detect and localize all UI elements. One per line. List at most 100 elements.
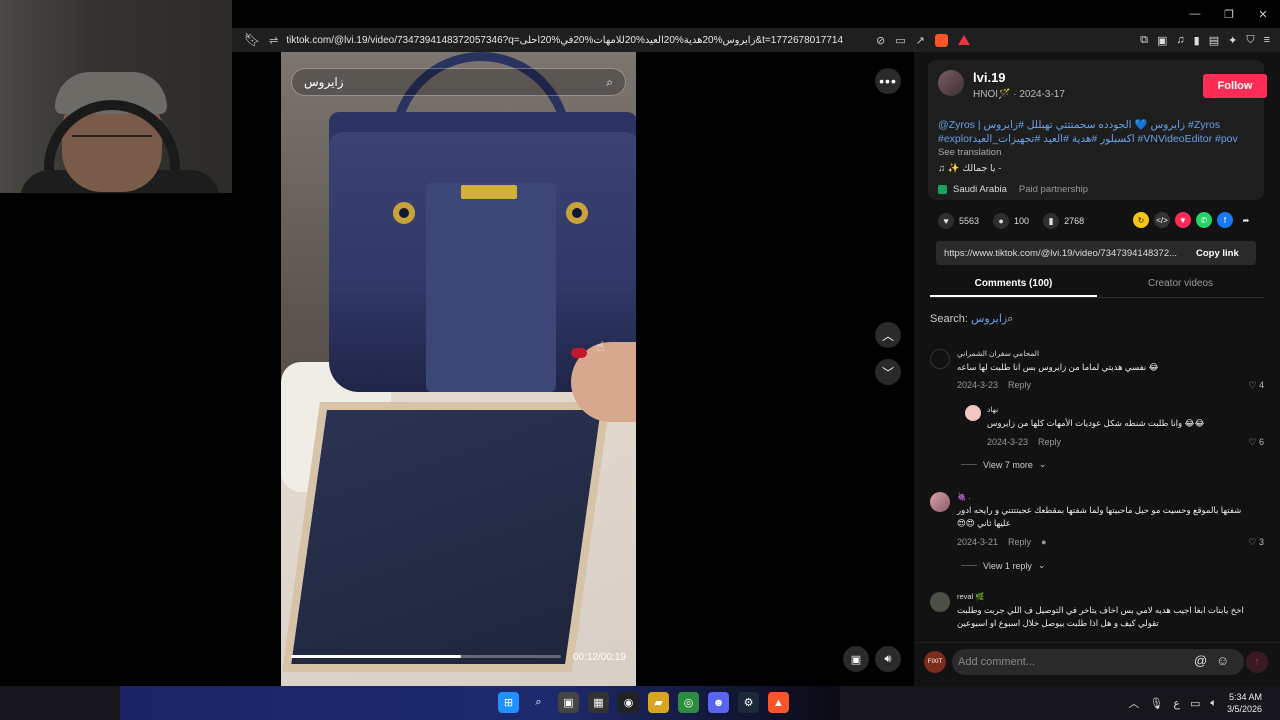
restore-button[interactable]: ❐ xyxy=(1212,0,1246,28)
webcam-overlay xyxy=(0,0,232,193)
clock[interactable]: 5:34 AM 3/5/2026 xyxy=(1227,691,1262,715)
language-indicator[interactable]: ع xyxy=(1173,697,1180,710)
site-settings-icon[interactable]: ⇌ xyxy=(269,34,278,47)
sidebar-icon[interactable]: ▮ xyxy=(1194,34,1200,47)
facebook-icon[interactable]: f xyxy=(1217,212,1233,228)
commenter-avatar[interactable] xyxy=(930,349,950,369)
post-comment-button[interactable]: ↑ xyxy=(1246,651,1268,673)
emoji-icon[interactable]: ☺ xyxy=(1216,653,1229,668)
comment-search-suggestion[interactable]: Search: زايروس⌕ xyxy=(930,312,1013,326)
share-page-icon[interactable]: ↗ xyxy=(916,34,925,47)
more-options-button[interactable]: ••• xyxy=(875,68,901,94)
author-username[interactable]: lvi.19 xyxy=(973,70,1006,85)
chevron-up-icon[interactable]: ︿ xyxy=(1128,695,1139,711)
commenter-avatar[interactable] xyxy=(965,405,981,421)
search-icon[interactable]: ⌕ xyxy=(528,692,549,713)
brave-rewards-icon[interactable] xyxy=(957,35,970,45)
reply-button[interactable]: Reply xyxy=(1008,380,1031,390)
video-link[interactable]: https://www.tiktok.com/@lvi.19/video/734… xyxy=(944,248,1184,259)
save-button[interactable]: ▮ 2768 xyxy=(1043,213,1084,229)
address-bar: 🔖︎ ⇌ tiktok.com/@lvi.19/video/7347394148… xyxy=(232,28,1280,52)
reply-button[interactable]: Reply xyxy=(1008,537,1031,547)
author-avatar[interactable] xyxy=(938,70,964,96)
close-window-button[interactable]: ✕ xyxy=(1246,0,1280,28)
commenter-avatar[interactable] xyxy=(930,492,950,512)
screenshot-icon[interactable]: ▣ xyxy=(1157,34,1167,47)
webcam-glasses xyxy=(72,135,152,155)
steam-icon[interactable]: ⚙ xyxy=(738,692,759,713)
divider xyxy=(961,565,977,566)
comment-like-button[interactable]: ♡ 3 xyxy=(1248,537,1264,548)
network-icon[interactable]: ▭ xyxy=(1190,697,1200,710)
no-translate-icon[interactable]: ⊘ xyxy=(876,34,885,47)
task-view-icon[interactable]: ▣ xyxy=(558,692,579,713)
next-video-button[interactable]: ﹀ xyxy=(875,359,901,385)
comment-item: 🍇 . شفتها بالموقع وحسيت مو حيل ماحبيتها … xyxy=(930,492,1264,552)
tab-comments[interactable]: Comments (100) xyxy=(930,274,1097,297)
volume-button[interactable]: 🔊︎ xyxy=(875,646,901,672)
commenter-name[interactable]: المحامي سفران الشمراني xyxy=(957,349,1039,358)
share-arrow-icon[interactable]: ➦ xyxy=(1238,212,1254,228)
window-controls: — ❐ ✕ xyxy=(1170,0,1280,28)
tab-creator-videos[interactable]: Creator videos xyxy=(1097,274,1264,297)
search-term: زايروس xyxy=(970,313,1008,325)
address-bar-actions: ⊘ ▭ ↗ xyxy=(876,28,970,52)
url-text: tiktok.com/@lvi.19/video/734739414837205… xyxy=(286,34,844,46)
comment-button[interactable]: ● 100 xyxy=(993,213,1029,229)
copy-link-button[interactable]: Copy link xyxy=(1196,248,1239,259)
discord-icon[interactable]: ☻ xyxy=(708,692,729,713)
extensions-icon[interactable]: ⧉ xyxy=(1140,34,1148,47)
taskbar: ⊞ ⌕ ▣ ▦ ◉ ▰ ◎ ☻ ⚙ ▲ ︿ 🎙︎ ع ▭ 🔈︎ 5:34 AM … xyxy=(0,686,1280,720)
video-search-box[interactable]: زايروس ⌕ xyxy=(291,68,626,96)
reply-button[interactable]: Reply xyxy=(1038,437,1061,447)
floating-player-button[interactable]: ▣ xyxy=(843,646,869,672)
github-icon[interactable]: ◉ xyxy=(618,692,639,713)
send-to-friends-icon[interactable]: ▼ xyxy=(1175,212,1191,228)
view-more-replies-button[interactable]: View 7 more ⌄ xyxy=(961,459,1046,470)
view-replies-label: View 1 reply xyxy=(983,560,1032,571)
see-translation-link[interactable]: See translation xyxy=(938,147,1001,158)
chevron-down-icon: ⌄ xyxy=(1037,560,1046,570)
search-icon[interactable]: ⌕ xyxy=(606,75,613,90)
comment-like-button[interactable]: ♡ 6 xyxy=(1248,437,1264,448)
paid-partnership-label: Paid partnership xyxy=(1018,184,1089,195)
video-search-query: زايروس xyxy=(304,75,344,89)
search-label: Search: xyxy=(930,313,971,325)
file-explorer-icon[interactable]: ▰ xyxy=(648,692,669,713)
wallet-icon[interactable]: ▤ xyxy=(1209,34,1219,47)
commenter-avatar[interactable] xyxy=(930,592,950,612)
menu-icon[interactable]: ≡ xyxy=(1264,34,1270,46)
bookmark-icon[interactable]: 🔖︎ xyxy=(232,32,272,48)
whatsapp-icon[interactable]: ✆ xyxy=(1196,212,1212,228)
mention-icon[interactable]: @ xyxy=(1194,653,1207,668)
video-progress-bar[interactable] xyxy=(291,655,561,658)
music-link[interactable]: ♫ ✨ يا جمالك - xyxy=(938,163,1001,174)
microphone-icon[interactable]: 🎙︎ xyxy=(1149,697,1163,710)
picture-in-picture-icon[interactable]: ▭ xyxy=(895,34,905,47)
video-player[interactable] xyxy=(281,52,636,686)
leo-ai-icon[interactable]: ✦ xyxy=(1228,34,1237,47)
commenter-name[interactable]: نهاد xyxy=(987,405,998,414)
previous-video-button[interactable]: ︿ xyxy=(875,322,901,348)
speaker-icon[interactable]: 🔈︎ xyxy=(1210,697,1217,710)
vpn-icon[interactable]: ⛉ xyxy=(1246,34,1254,47)
like-button[interactable]: ♥ 5563 xyxy=(938,213,979,229)
url-field[interactable]: ⇌ tiktok.com/@lvi.19/video/7347394148372… xyxy=(269,28,1229,52)
panel-tabs: Comments (100) Creator videos xyxy=(930,274,1264,298)
embed-icon[interactable]: </> xyxy=(1154,212,1170,228)
location-label[interactable]: Saudi Arabia xyxy=(953,184,1007,195)
view-replies-button[interactable]: View 1 reply ⌄ xyxy=(961,560,1045,571)
comment-like-button[interactable]: ♡ 4 xyxy=(1248,380,1264,391)
media-icon[interactable]: ♫ xyxy=(1176,34,1184,46)
follow-button[interactable]: Follow xyxy=(1203,74,1267,98)
store-icon[interactable]: ▦ xyxy=(588,692,609,713)
brave-browser-icon[interactable]: ▲ xyxy=(768,692,789,713)
repost-icon[interactable]: ↻ xyxy=(1133,212,1149,228)
commenter-name[interactable]: 🍇 . xyxy=(957,492,971,501)
chrome-icon[interactable]: ◎ xyxy=(678,692,699,713)
brave-shields-icon[interactable] xyxy=(934,33,948,47)
add-comment-bar: FIXIT Add comment... @ ☺ ↑ xyxy=(914,642,1280,686)
start-icon[interactable]: ⊞ xyxy=(498,692,519,713)
commenter-name[interactable]: reval 🌿 xyxy=(957,592,985,601)
minimize-button[interactable]: — xyxy=(1178,0,1212,28)
